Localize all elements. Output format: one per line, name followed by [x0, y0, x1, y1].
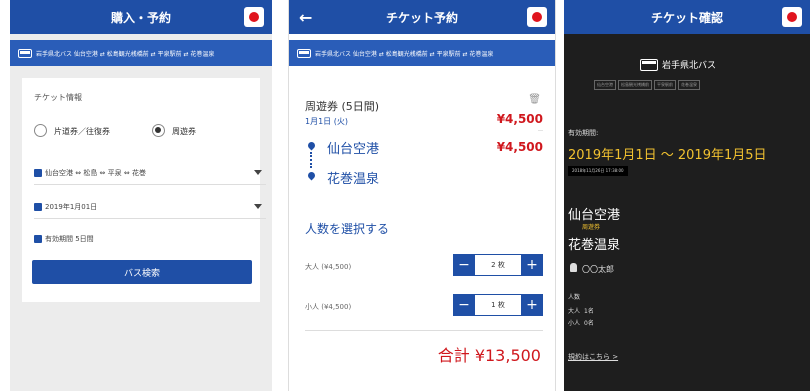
radio-oneway-label: 片道券／往復券 — [54, 127, 110, 136]
ticket-confirm-screen: チケット確認 岩手県北バス 仙台空港 松島観光桟橋前 平泉駅前 花巻温泉 有効期… — [564, 0, 810, 391]
adult-count: 2 枚 — [475, 254, 521, 276]
route-select-value: 仙台空港 ⇔ 松島 ⇔ 平泉 ⇔ 花巻 — [45, 169, 146, 177]
radio-pass[interactable] — [152, 124, 165, 137]
origin-station: 仙台空港 — [327, 142, 380, 157]
timestamp: 2018年11月26日 17:38:00 — [568, 166, 628, 176]
divider — [305, 330, 543, 331]
bus-search-button[interactable]: バス検索 — [32, 260, 252, 284]
child-label: 小人 (¥4,500) — [305, 303, 352, 311]
bus-icon — [640, 58, 658, 71]
header-bar: チケット確認 — [564, 0, 810, 34]
adult-count: 1名 — [584, 308, 594, 315]
select-people-heading: 人数を選択する — [305, 222, 390, 236]
adult-label: 大人 (¥4,500) — [305, 263, 352, 271]
child-count: 0名 — [584, 320, 594, 327]
user-icon — [570, 263, 577, 272]
minus-button[interactable]: − — [453, 254, 475, 276]
ticket-form: チケット情報 片道券／往復券 周遊券 仙台空港 ⇔ 松島 ⇔ 平泉 ⇔ 花巻 2… — [22, 78, 266, 302]
total-price: 合計 ¥13,500 — [437, 346, 541, 365]
people-label: 人数 — [568, 294, 581, 301]
stop-item: 平泉駅前 — [654, 80, 676, 90]
bus-icon — [18, 48, 32, 58]
date-select-value: 2019年1月01日 — [45, 203, 98, 211]
stop-item: 松島観光桟橋前 — [618, 80, 652, 90]
chevron-down-icon — [254, 170, 262, 175]
price-top: ¥4,500 — [496, 112, 543, 126]
japan-flag-icon — [787, 12, 797, 22]
bus-icon — [297, 48, 311, 58]
validity-label: 有効期間: — [568, 129, 599, 137]
page-title: 購入・予約 — [110, 10, 171, 25]
pin-icon — [306, 170, 317, 181]
route-bar: 岩手県北バス 仙台空港 ⇄ 松島観光桟橋前 ⇄ 平泉駅前 ⇄ 花巻温泉 — [10, 40, 272, 66]
language-flag-button[interactable] — [244, 7, 264, 27]
price-mid: ¥4,500 — [496, 140, 543, 154]
stop-item: 仙台空港 — [594, 80, 616, 90]
chevron-down-icon — [254, 204, 262, 209]
calendar-icon — [34, 203, 42, 211]
validity-value: 有効期間 5日間 — [45, 235, 94, 243]
child-quantity-stepper: − 1 枚 + — [453, 294, 543, 316]
route-bar-text: 岩手県北バス 仙台空港 ⇄ 松島観光桟橋前 ⇄ 平泉駅前 ⇄ 花巻温泉 — [315, 50, 494, 58]
purchase-screen: 購入・予約 岩手県北バス 仙台空港 ⇄ 松島観光桟橋前 ⇄ 平泉駅前 ⇄ 花巻温… — [10, 0, 272, 391]
ticket-type: 周遊券 — [582, 224, 601, 231]
reservation-screen: ← チケット予約 岩手県北バス 仙台空港 ⇄ 松島観光桟橋前 ⇄ 平泉駅前 ⇄ … — [288, 0, 556, 391]
stop-item: 花巻温泉 — [678, 80, 700, 90]
back-arrow-icon[interactable]: ← — [299, 8, 312, 27]
japan-flag-icon — [249, 12, 259, 22]
route-line — [310, 152, 314, 168]
plus-button[interactable]: + — [521, 254, 543, 276]
ticket-date: 1月1日 (火) — [305, 117, 348, 126]
company-header: 岩手県北バス — [640, 58, 716, 71]
language-flag-button[interactable] — [527, 7, 547, 27]
adult-label: 大人 — [568, 308, 581, 315]
terms-link[interactable]: 規約はこちら > — [568, 352, 618, 362]
language-flag-button[interactable] — [782, 7, 802, 27]
child-count: 1 枚 — [475, 294, 521, 316]
company-name: 岩手県北バス — [662, 61, 717, 71]
minus-button[interactable]: − — [453, 294, 475, 316]
radio-oneway[interactable] — [34, 124, 47, 137]
stops-list: 仙台空港 松島観光桟橋前 平泉駅前 花巻温泉 — [594, 80, 700, 90]
destination-station: 花巻温泉 — [568, 238, 621, 253]
route-select[interactable]: 仙台空港 ⇔ 松島 ⇔ 平泉 ⇔ 花巻 — [34, 162, 266, 185]
header-bar: ← チケット予約 — [289, 0, 555, 34]
ticket-name: 周遊券 (5日間) — [305, 100, 380, 113]
page-title: チケット確認 — [650, 10, 723, 25]
route-bar: 岩手県北バス 仙台空港 ⇄ 松島観光桟橋前 ⇄ 平泉駅前 ⇄ 花巻温泉 — [289, 40, 555, 66]
japan-flag-icon — [532, 12, 542, 22]
passenger-name: 〇〇太郎 — [582, 265, 614, 274]
section-label: チケット情報 — [34, 93, 82, 102]
origin-station: 仙台空港 — [568, 208, 621, 223]
child-label: 小人 — [568, 320, 581, 327]
destination-station: 花巻温泉 — [327, 172, 380, 187]
pin-icon — [306, 140, 317, 151]
trash-icon[interactable]: 🗑 — [528, 94, 541, 105]
plus-button[interactable]: + — [521, 294, 543, 316]
header-bar: 購入・予約 — [10, 0, 272, 34]
validity-field: 有効期間 5日間 — [34, 228, 266, 250]
calendar-icon — [34, 235, 42, 243]
radio-pass-label: 周遊券 — [172, 127, 196, 136]
validity-range: 2019年1月1日 〜 2019年1月5日 — [568, 148, 767, 163]
date-select[interactable]: 2019年1月01日 — [34, 196, 266, 219]
adult-quantity-stepper: − 2 枚 + — [453, 254, 543, 276]
pin-icon — [34, 169, 42, 177]
page-title: チケット予約 — [385, 10, 458, 25]
price-note: ― — [538, 128, 543, 134]
route-bar-text: 岩手県北バス 仙台空港 ⇄ 松島観光桟橋前 ⇄ 平泉駅前 ⇄ 花巻温泉 — [36, 50, 215, 58]
